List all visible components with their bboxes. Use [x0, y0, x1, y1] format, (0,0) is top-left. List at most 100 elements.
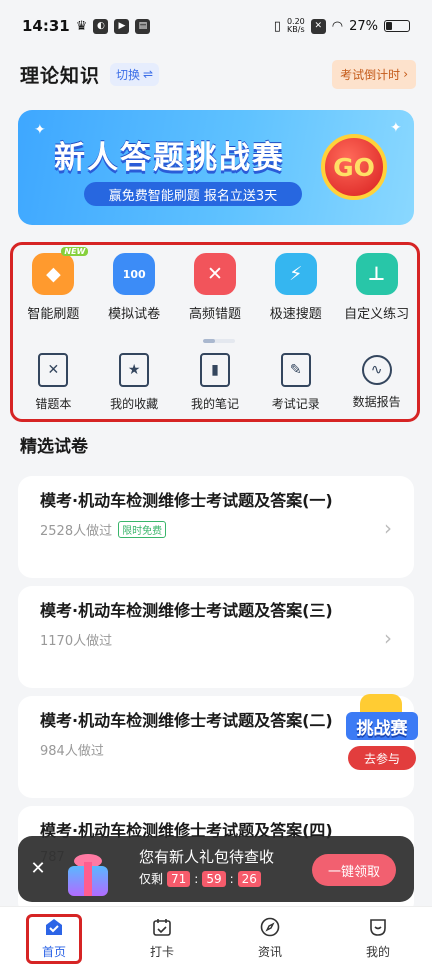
mock-paper-icon: 100 [113, 253, 156, 295]
page-indicator-active [203, 339, 215, 343]
shortcut-notes[interactable]: ▮ 我的笔记 [176, 353, 254, 412]
nav-label: 资讯 [257, 945, 282, 959]
nav-item-news[interactable]: 资讯 [216, 907, 324, 964]
page-title: 理论知识 [20, 64, 101, 87]
crown-icon: ♛ [75, 18, 88, 34]
timer-seconds: 26 [237, 870, 261, 887]
floating-challenge[interactable]: 挑战赛 去参与 [344, 694, 418, 774]
page-indicator [203, 339, 235, 343]
vibrate-icon: ▯ [273, 18, 281, 34]
exam-count: 1170人做过 [40, 634, 113, 649]
new-badge: NEW [61, 247, 89, 256]
join-button[interactable]: 去参与 [348, 746, 416, 770]
exam-card[interactable]: 模考·机动车检测维修士考试题及答案(一) 2528人做过 限时免费 › [18, 476, 414, 578]
switch-label: 切换 [116, 67, 141, 82]
go-button[interactable]: GO [321, 134, 387, 200]
nav-label: 打卡 [149, 945, 174, 959]
shortcut-row-secondary: ✕ 错题本 ★ 我的收藏 ▮ 我的笔记 ✎ 考试记录 ∿ 数据报告 [13, 353, 417, 412]
close-icon[interactable]: ✕ [28, 858, 48, 879]
shortcut-panel: ◆ NEW 智能刷题 100 模拟试卷 ✕ 高频错题 ⚡ 极速搜题 ⊥ 自定义练… [10, 242, 420, 422]
gift-ribbon [84, 862, 92, 896]
shortcut-label: 极速搜题 [269, 307, 322, 322]
chevron-right-icon: › [384, 626, 392, 650]
timer-minutes: 59 [202, 870, 226, 887]
frequent-mistakes-icon: ✕ [193, 253, 236, 295]
shortcut-label: 数据报告 [352, 395, 401, 409]
exam-card[interactable]: 模考·机动车检测维修士考试题及答案(三) 1170人做过 › [18, 586, 414, 688]
exam-record-icon: ✎ [280, 353, 311, 387]
exam-meta: 984人做过 [40, 740, 364, 759]
status-bar: 14:31 ♛ ◐ ▶ ▤ ▯ 0.20 KB/s ✕ ◠ 27% [0, 0, 432, 52]
custom-practice-icon: ⊥ [355, 253, 398, 295]
notes-icon: ▮ [199, 353, 230, 387]
chevron-right-icon: › [384, 516, 392, 540]
toast-timer: 仅剩 71 : 59 : 26 [139, 870, 261, 887]
shortcut-label: 考试记录 [271, 397, 320, 411]
shortcut-label: 高频错题 [188, 307, 241, 322]
home-highlight-frame [26, 914, 82, 964]
shortcut-smart-practice[interactable]: ◆ NEW 智能刷题 [14, 247, 92, 322]
battery-percent: 27% [349, 18, 378, 34]
favorites-icon: ★ [119, 353, 150, 387]
exam-meta: 1170人做过 [40, 630, 364, 649]
timer-hours: 71 [167, 870, 191, 887]
checkin-calendar-icon [150, 915, 174, 939]
data-report-icon: ∿ [361, 355, 392, 385]
exam-title: 模考·机动车检测维修士考试题及答案(一) [40, 491, 333, 510]
exam-countdown-button[interactable]: 考试倒计时 › [332, 59, 416, 89]
shortcut-exam-record[interactable]: ✎ 考试记录 [257, 353, 335, 412]
profile-icon [366, 915, 390, 939]
swap-icon: ⇌ [143, 67, 154, 81]
shortcut-custom-practice[interactable]: ⊥ 自定义练习 [338, 253, 416, 322]
nav-item-profile[interactable]: 我的 [324, 907, 432, 964]
shortcut-label: 自定义练习 [344, 307, 410, 322]
remaining-label: 仅剩 [139, 872, 164, 886]
gift-box-icon [64, 852, 112, 898]
fast-search-icon: ⚡ [274, 253, 317, 295]
shortcut-mistake-book[interactable]: ✕ 错题本 [14, 353, 92, 412]
switch-button[interactable]: 切换 ⇌ [110, 62, 160, 86]
shortcut-label: 错题本 [35, 397, 72, 411]
battery-level [386, 22, 392, 30]
free-tag: 限时免费 [118, 521, 167, 538]
gift-toast: ✕ 您有新人礼包待查收 仅剩 71 : 59 : 26 一键领取 [18, 836, 414, 902]
shortcut-favorites[interactable]: ★ 我的收藏 [95, 353, 173, 412]
timer-colon: : [194, 871, 199, 886]
shortcut-mock-paper[interactable]: 100 模拟试卷 [95, 253, 173, 322]
shortcut-label: 模拟试卷 [108, 307, 161, 322]
claim-button[interactable]: 一键领取 [312, 854, 396, 886]
shortcut-label: 我的收藏 [110, 397, 159, 411]
header-left: 理论知识 切换 ⇌ [20, 61, 160, 88]
shortcut-row-primary: ◆ NEW 智能刷题 100 模拟试卷 ✕ 高频错题 ⚡ 极速搜题 ⊥ 自定义练… [13, 247, 417, 322]
banner-subtitle: 赢免费智能刷题 报名立送3天 [84, 182, 302, 206]
toast-message: 您有新人礼包待查收 [139, 848, 275, 866]
sparkle-icon: ✦ [34, 122, 46, 138]
exam-count: 984人做过 [40, 744, 104, 759]
status-right: ▯ 0.20 KB/s ✕ ◠ 27% [274, 18, 410, 34]
battery-icon [384, 20, 410, 32]
timer-colon: : [229, 871, 234, 886]
nav-item-checkin[interactable]: 打卡 [108, 907, 216, 964]
section-title: 精选试卷 [20, 437, 88, 457]
status-time: 14:31 [22, 17, 70, 35]
status-left: 14:31 ♛ ◐ ▶ ▤ [22, 17, 151, 35]
chevron-right-icon: › [403, 67, 408, 81]
challenge-banner[interactable]: ✦ ✦ ✦ 新人答题挑战赛 赢免费智能刷题 报名立送3天 GO [18, 110, 414, 225]
shortcut-fast-search[interactable]: ⚡ 极速搜题 [257, 253, 335, 322]
shortcut-data-report[interactable]: ∿ 数据报告 [338, 353, 416, 412]
header: 理论知识 切换 ⇌ 考试倒计时 › [0, 52, 432, 96]
challenge-title: 挑战赛 [346, 712, 418, 740]
shortcut-label: 我的笔记 [190, 397, 239, 411]
message-notify-icon: ▤ [135, 18, 151, 34]
net-speed-unit: KB/s [287, 25, 305, 34]
exam-count: 2528人做过 [40, 524, 113, 539]
nav-label: 我的 [365, 945, 390, 959]
shortcut-frequent-mistakes[interactable]: ✕ 高频错题 [176, 253, 254, 322]
exam-meta: 2528人做过 限时免费 [40, 520, 364, 539]
shortcut-label: 智能刷题 [27, 307, 80, 322]
exam-title: 模考·机动车检测维修士考试题及答案(二) [40, 711, 333, 730]
sparkle-icon: ✦ [390, 120, 402, 136]
exam-title: 模考·机动车检测维修士考试题及答案(三) [40, 601, 333, 620]
video-notify-icon: ▶ [114, 18, 130, 34]
mistake-book-icon: ✕ [38, 353, 69, 387]
